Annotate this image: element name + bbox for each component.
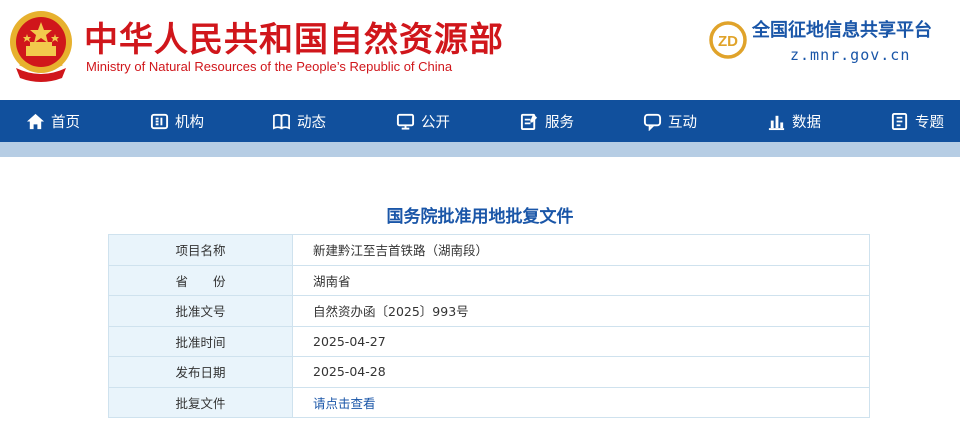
nav-item-organization[interactable]: 机构	[150, 100, 204, 142]
main-nav: 首页 机构 动态 公开 服务 互动 数据 专题	[0, 100, 960, 142]
nav-item-data[interactable]: 数据	[767, 100, 821, 142]
document-title: 国务院批准用地批复文件	[386, 207, 574, 227]
nav-item-label: 机构	[175, 114, 204, 131]
publish-date-value: 2025-04-28	[292, 356, 870, 388]
ministry-title-cn: 中华人民共和国自然资源部	[84, 20, 504, 60]
nav-item-label: 互动	[668, 114, 697, 131]
national-emblem-icon	[10, 11, 72, 82]
nav-subbar	[0, 142, 960, 157]
platform-logo-icon[interactable]: ZD	[706, 20, 750, 60]
nav-item-service[interactable]: 服务	[520, 100, 574, 142]
province-value: 湖南省	[292, 264, 870, 296]
view-approval-file-link[interactable]: 请点击查看	[292, 386, 870, 418]
home-icon	[26, 113, 45, 129]
nav-item-label: 专题	[915, 114, 944, 131]
row-label: 批复文件	[108, 386, 293, 418]
nav-item-interaction[interactable]: 互动	[643, 100, 697, 142]
document-info-table: 项目名称 新建黔江至吉首铁路（湖南段） 省 份 湖南省 批准文号 自然资办函〔2…	[108, 234, 870, 418]
platform-url[interactable]: z.mnr.gov.cn	[790, 46, 910, 64]
book-icon	[273, 113, 290, 130]
table-row: 发布日期 2025-04-28	[108, 356, 870, 388]
row-label: 批准时间	[108, 325, 293, 357]
table-row: 项目名称 新建黔江至吉首铁路（湖南段）	[108, 234, 870, 266]
table-row: 批准时间 2025-04-27	[108, 325, 870, 357]
row-label: 省 份	[108, 264, 293, 296]
nav-item-label: 动态	[297, 114, 326, 131]
site-header: 中华人民共和国自然资源部 Ministry of Natural Resourc…	[0, 0, 960, 100]
approval-date-value: 2025-04-27	[292, 325, 870, 357]
row-label: 批准文号	[108, 295, 293, 327]
nav-item-label: 首页	[51, 114, 80, 131]
chat-icon	[643, 113, 662, 131]
row-label: 项目名称	[108, 234, 293, 266]
topic-book-icon	[891, 112, 908, 130]
table-row: 省 份 湖南省	[108, 264, 870, 296]
project-name-value: 新建黔江至吉首铁路（湖南段）	[292, 234, 870, 266]
table-row: 批准文号 自然资办函〔2025〕993号	[108, 295, 870, 327]
bar-chart-icon	[768, 115, 785, 130]
monitor-icon	[396, 113, 415, 130]
nav-item-news[interactable]: 动态	[272, 100, 326, 142]
nav-item-topics[interactable]: 专题	[890, 100, 944, 142]
organization-icon	[150, 113, 169, 129]
nav-item-public[interactable]: 公开	[396, 100, 450, 142]
ministry-title-en: Ministry of Natural Resources of the Peo…	[86, 59, 453, 74]
approval-number-value: 自然资办函〔2025〕993号	[292, 295, 870, 327]
row-label: 发布日期	[108, 356, 293, 388]
nav-item-label: 数据	[792, 114, 821, 131]
nav-item-label: 服务	[545, 114, 574, 131]
platform-name[interactable]: 全国征地信息共享平台	[752, 16, 932, 42]
page: 中华人民共和国自然资源部 Ministry of Natural Resourc…	[0, 0, 960, 429]
edit-document-icon	[520, 113, 538, 130]
nav-item-home[interactable]: 首页	[26, 100, 80, 142]
nav-item-label: 公开	[421, 114, 450, 131]
platform-logo-text: ZD	[718, 33, 738, 50]
table-row: 批复文件 请点击查看	[108, 386, 870, 418]
